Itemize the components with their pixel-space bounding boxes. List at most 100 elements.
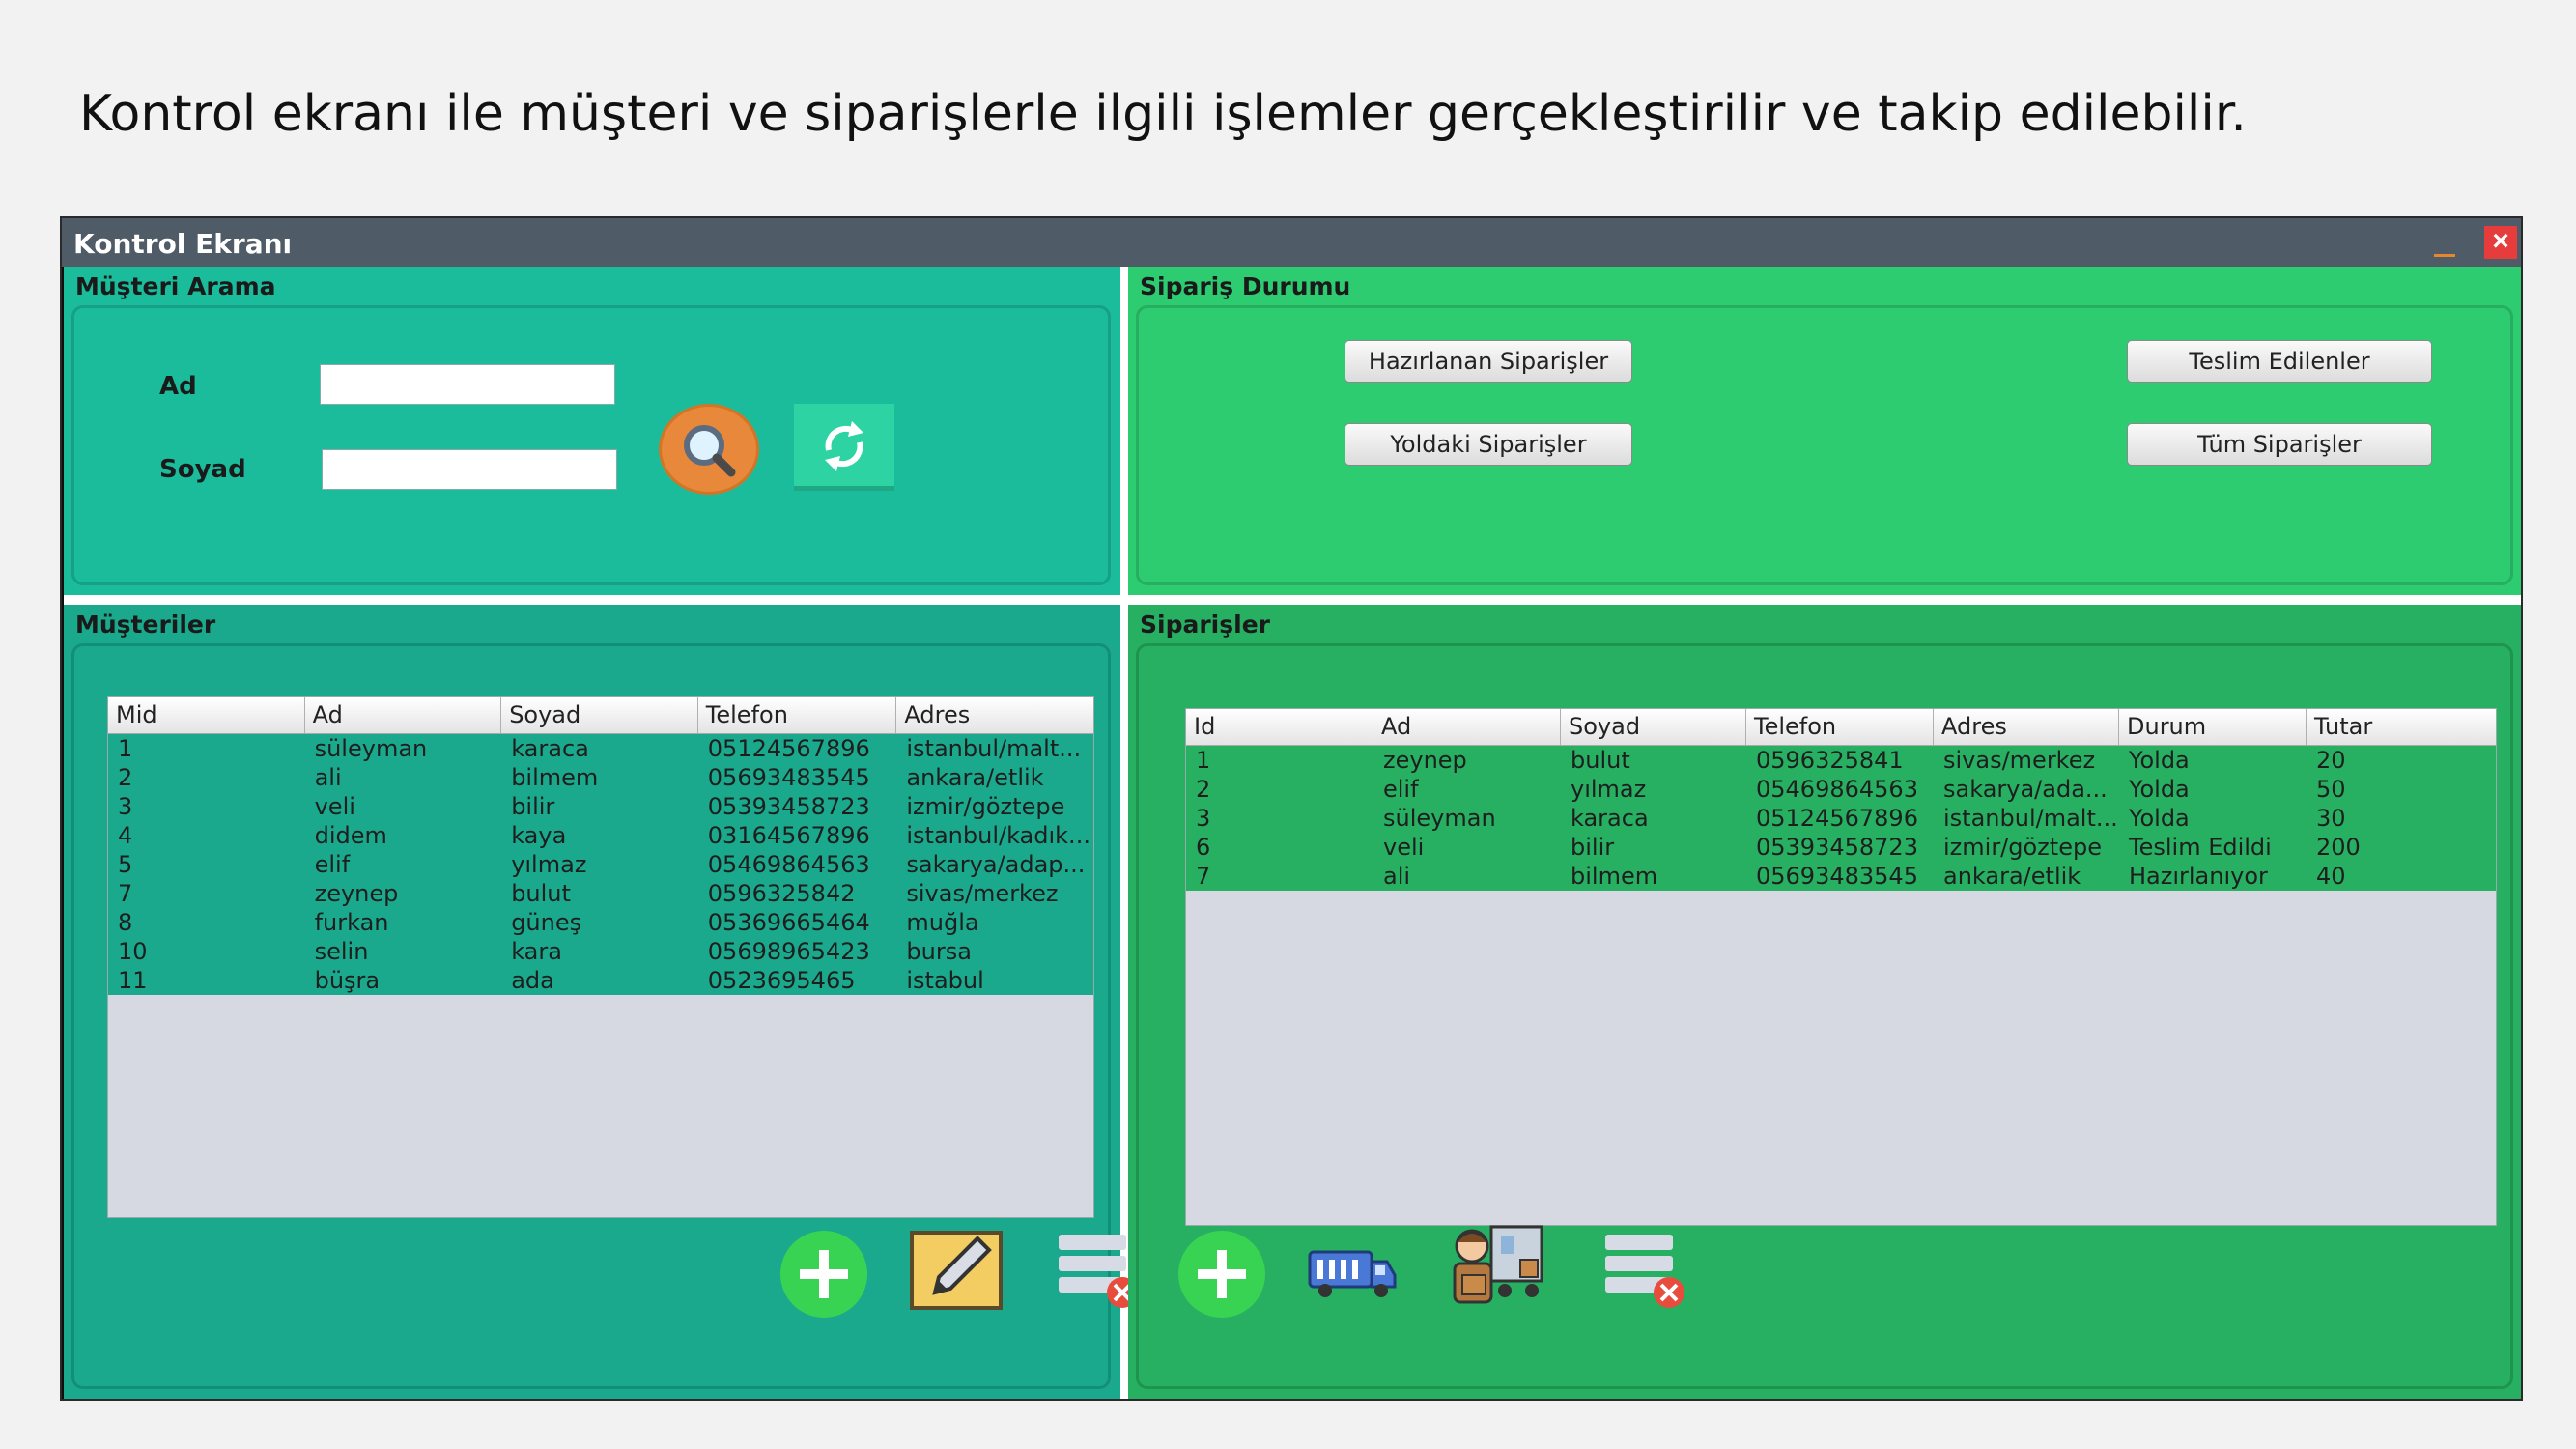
table-cell: ankara/etlik	[1943, 863, 2081, 890]
order-row[interactable]: 7 ali bilmem 05693483545 ankara/etlik Hazırla…	[1186, 862, 2496, 891]
table-cell: 200	[2316, 834, 2361, 861]
soyad-label: Soyad	[159, 455, 246, 484]
customer-row[interactable]: 3 veli bilir 05393458723 izmir/göztepe	[108, 792, 1093, 821]
customer-row[interactable]: 4 didem kaya 03164567896 istanbul/kadık...	[108, 821, 1093, 850]
table-cell: Yolda	[2129, 805, 2190, 832]
column-header[interactable]: Adres	[1934, 709, 2119, 745]
table-cell: 03164567896	[707, 822, 870, 849]
table-cell: 3	[1196, 805, 1211, 832]
table-cell: 50	[2316, 776, 2346, 803]
column-header[interactable]: Tutar	[2307, 709, 2496, 745]
table-cell: 05469864563	[1756, 776, 1918, 803]
courier-button[interactable]	[1443, 1217, 1549, 1314]
customer-row[interactable]: 2 ali bilmem 05693483545 ankara/etlik	[108, 763, 1093, 792]
table-cell: 05469864563	[707, 851, 870, 878]
window-content: Müşteri Arama Ad Soyad Sipariş Durumu Ha…	[64, 267, 2521, 1399]
delivery-truck-icon	[1308, 1250, 1397, 1297]
table-cell: karaca	[511, 735, 589, 762]
customer-row[interactable]: 8 furkan güneş 05369665464 muğla	[108, 908, 1093, 937]
column-header[interactable]: Id	[1186, 709, 1373, 745]
table-cell: 05124567896	[1756, 805, 1918, 832]
column-header[interactable]: Durum	[2119, 709, 2307, 745]
ship-order-button[interactable]	[1304, 1233, 1401, 1321]
table-cell: kara	[511, 938, 562, 965]
column-header[interactable]: Ad	[305, 697, 502, 733]
table-cell: ali	[314, 764, 342, 791]
table-cell: bilmem	[511, 764, 599, 791]
delivered-orders-button[interactable]: Teslim Edilenler	[2127, 340, 2432, 383]
customer-row[interactable]: 5 elif yılmaz 05469864563 sakarya/adap...	[108, 850, 1093, 879]
delete-order-button[interactable]	[1599, 1229, 1696, 1318]
column-header[interactable]: Mid	[108, 697, 305, 733]
refresh-icon	[825, 421, 863, 471]
table-cell: istanbul/malt...	[1943, 805, 2118, 832]
order-row[interactable]: 6 veli bilir 05393458723 izmir/göztepe Teslim…	[1186, 833, 2496, 862]
table-cell: bulut	[1571, 747, 1630, 774]
table-cell: 7	[118, 880, 133, 907]
table-cell: Yolda	[2129, 747, 2190, 774]
table-cell: 10	[118, 938, 148, 965]
add-customer-button[interactable]	[780, 1231, 867, 1318]
table-cell: ali	[1383, 863, 1411, 890]
table-cell: sivas/merkez	[1943, 747, 2096, 774]
table-cell: karaca	[1571, 805, 1649, 832]
window-titlebar[interactable]: Kontrol Ekranı ×	[62, 218, 2521, 267]
ad-input[interactable]	[320, 364, 615, 405]
customer-row[interactable]: 11 büşra ada 0523695465 istabul	[108, 966, 1093, 995]
window-title: Kontrol Ekranı	[73, 228, 293, 260]
order-row[interactable]: 2 elif yılmaz 05469864563 sakarya/ada... Yold…	[1186, 775, 2496, 804]
column-header[interactable]: Soyad	[501, 697, 698, 733]
column-header[interactable]: Adres	[896, 697, 1093, 733]
customer-row[interactable]: 1 süleyman karaca 05124567896 istanbul/malt.…	[108, 734, 1093, 763]
soyad-input[interactable]	[322, 449, 617, 490]
add-order-button[interactable]	[1178, 1231, 1265, 1318]
column-header[interactable]: Soyad	[1561, 709, 1746, 745]
control-window: Kontrol Ekranı × Müşteri Arama Ad Soyad	[60, 216, 2523, 1401]
customer-row[interactable]: 10 selin kara 05698965423 bursa	[108, 937, 1093, 966]
customer-row[interactable]: 7 zeynep bulut 0596325842 sivas/merkez	[108, 879, 1093, 908]
order-status-title: Sipariş Durumu	[1140, 272, 1351, 300]
all-orders-button[interactable]: Tüm Siparişler	[2127, 423, 2432, 466]
table-cell: zeynep	[314, 880, 399, 907]
table-cell: 05369665464	[707, 909, 870, 936]
close-button[interactable]: ×	[2484, 226, 2517, 259]
table-cell: büşra	[314, 967, 381, 994]
column-header[interactable]: Telefon	[1746, 709, 1934, 745]
table-cell: furkan	[314, 909, 389, 936]
orders-table[interactable]: Id Ad Soyad Telefon Adres Durum Tutar 1 z…	[1185, 708, 2497, 1226]
edit-customer-button[interactable]	[908, 1225, 1005, 1314]
table-cell: 5	[118, 851, 133, 878]
table-cell: istanbul/kadık...	[906, 822, 1090, 849]
ad-label: Ad	[159, 372, 197, 401]
table-cell: Teslim Edildi	[2129, 834, 2272, 861]
table-cell: elif	[1383, 776, 1419, 803]
order-row[interactable]: 1 zeynep bulut 0596325841 sivas/merkez Yolda 2…	[1186, 746, 2496, 775]
table-cell: didem	[314, 822, 387, 849]
table-cell: 1	[1196, 747, 1211, 774]
customer-search-panel: Müşteri Arama Ad Soyad	[64, 267, 1120, 595]
minimize-button[interactable]	[2434, 236, 2459, 257]
preparing-orders-button[interactable]: Hazırlanan Siparişler	[1345, 340, 1632, 383]
table-cell: 0596325841	[1756, 747, 1904, 774]
table-cell: 05393458723	[707, 793, 870, 820]
search-button[interactable]	[659, 404, 759, 495]
customers-table[interactable]: Mid Ad Soyad Telefon Adres 1 süleyman kara…	[107, 696, 1094, 1218]
customers-table-body: 1 süleyman karaca 05124567896 istanbul/malt.…	[108, 734, 1093, 995]
table-cell: 8	[118, 909, 133, 936]
table-cell: 05124567896	[707, 735, 870, 762]
refresh-button[interactable]	[794, 404, 894, 491]
table-cell: 0596325842	[707, 880, 856, 907]
customer-search-title: Müşteri Arama	[75, 272, 276, 300]
on-the-way-orders-button[interactable]: Yoldaki Siparişler	[1345, 423, 1632, 466]
table-cell: 3	[118, 793, 133, 820]
table-cell: 20	[2316, 747, 2346, 774]
table-cell: 40	[2316, 863, 2346, 890]
column-header[interactable]: Telefon	[698, 697, 897, 733]
order-row[interactable]: 3 süleyman karaca 05124567896 istanbul/malt.…	[1186, 804, 2496, 833]
table-cell: 05693483545	[707, 764, 870, 791]
table-cell: 05693483545	[1756, 863, 1918, 890]
table-cell: 6	[1196, 834, 1211, 861]
customers-panel: Müşteriler Mid Ad Soyad Telefon Adres 1 s…	[64, 605, 1138, 1399]
column-header[interactable]: Ad	[1373, 709, 1561, 745]
edit-icon	[910, 1231, 1003, 1310]
